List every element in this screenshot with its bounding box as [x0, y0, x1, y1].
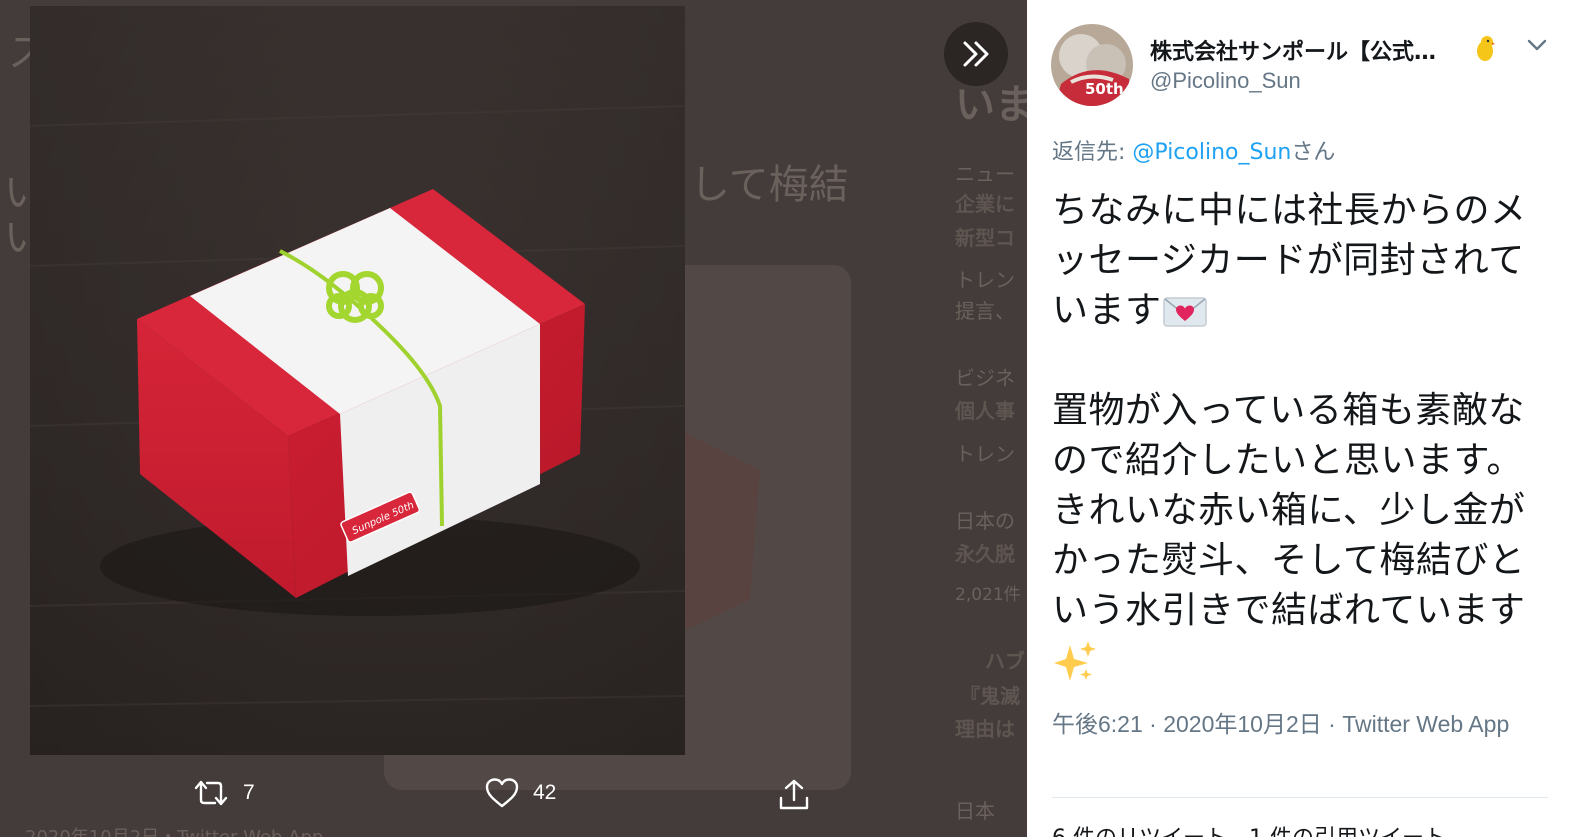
divider [1052, 797, 1548, 798]
retweet-count: 7 [243, 781, 255, 804]
bg-sidebar-line: トレン [955, 442, 1015, 466]
bg-sidebar-line: 2,021件 [955, 585, 1021, 605]
tweet-text-line: かった熨斗、そして梅結びと [1052, 540, 1526, 581]
tweet-timestamp: 午後6:21 · 2020年10月2日 · Twitter Web App [1052, 708, 1522, 741]
retweet-icon [194, 780, 228, 806]
expand-icon [963, 41, 989, 67]
bg-sidebar-line: トレン [955, 268, 1015, 292]
tweet-text-fragment: います [1052, 290, 1162, 331]
like-count: 42 [533, 781, 557, 804]
chick-icon [1475, 34, 1495, 68]
share-icon [779, 779, 809, 810]
bg-sidebar-line: ビジネ [955, 366, 1015, 390]
tweet-text-line-with-emoji: います [1052, 286, 1562, 336]
reply-to-line: 返信先: @Picolino_Sunさん [1052, 134, 1335, 166]
share-button[interactable] [777, 778, 811, 812]
bg-sidebar-line: ニュー [955, 162, 1015, 186]
bg-sidebar-line: 日本 [955, 799, 995, 823]
bg-sidebar-line: 企業に [955, 192, 1015, 216]
tweet-photo[interactable]: Sunpole 50th [30, 6, 685, 755]
tweet-text-line [1052, 636, 1562, 686]
avatar-badge-text: 50th [1085, 80, 1124, 98]
love-letter-icon [1162, 297, 1207, 327]
avatar[interactable]: 50th [1051, 24, 1133, 106]
tweet-text-spacer [1052, 336, 1562, 386]
sparkles-icon [1054, 641, 1096, 681]
bg-sidebar-line: 提言、 [955, 299, 1015, 323]
tweet-text: ちなみに中には社長からのメ ッセージカードが同封されて います 置物が入っている… [1052, 186, 1562, 686]
tweet-text-line: いう水引きで結ばれています [1052, 590, 1526, 631]
tweet-text-line: ので紹介したいと思います。 [1052, 440, 1523, 481]
tweet-detail-panel: 50th 株式会社サンポール【公式… @Picolino_Sun 返信先: @P… [1027, 0, 1573, 837]
bg-headline-fragment: して梅結 [690, 162, 849, 208]
tweet-text-line: きれいな赤い箱に、少し金が [1052, 490, 1526, 531]
bg-sidebar-line: ハブ [985, 649, 1025, 673]
expand-button[interactable] [944, 22, 1008, 86]
bg-sidebar-line: 個人事 [955, 399, 1015, 423]
tweet-source[interactable]: Twitter Web App [1342, 711, 1509, 737]
bg-footer-text: 2020年10月2日・Twitter Web App [25, 823, 323, 837]
reply-suffix: さん [1291, 140, 1336, 165]
like-button[interactable]: 42 [485, 778, 556, 808]
bg-sidebar-line: 新型コ [955, 226, 1015, 250]
tweet-stats[interactable]: 6 件のリツイート 1 件の引用ツイート [1052, 820, 1446, 837]
bg-sidebar-line: 永久脱 [955, 542, 1015, 566]
tweet-text-line: ッセージカードが同封されて [1052, 240, 1525, 281]
chevron-down-icon[interactable] [1525, 36, 1549, 56]
tweet-text-line: ちなみに中には社長からのメ [1052, 190, 1527, 231]
bg-sidebar-line: 日本の [955, 509, 1015, 533]
user-handle[interactable]: @Picolino_Sun [1150, 68, 1301, 94]
bg-sidebar-line: 『鬼滅 [960, 684, 1020, 708]
reply-prefix: 返信先: [1052, 140, 1133, 165]
tweet-text-line: 置物が入っている箱も素敵な [1052, 390, 1525, 431]
bg-sidebar-line: 理由は [955, 717, 1015, 741]
tweet-time[interactable]: 午後6:21 · 2020年10月2日 · [1052, 711, 1342, 737]
display-name[interactable]: 株式会社サンポール【公式… [1150, 34, 1436, 66]
reply-handle-link[interactable]: @Picolino_Sun [1132, 140, 1291, 165]
heart-icon [485, 778, 519, 808]
retweet-button[interactable]: 7 [193, 778, 255, 808]
